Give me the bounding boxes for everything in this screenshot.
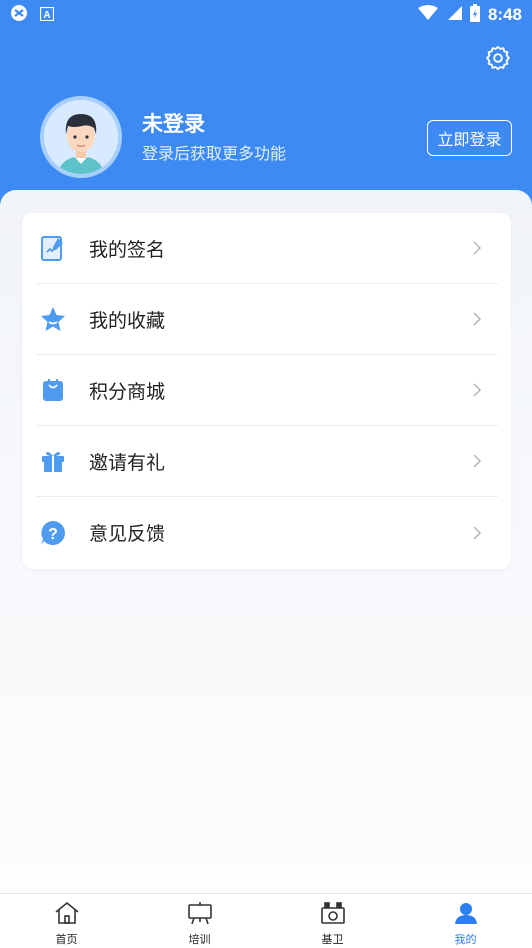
svg-text:A: A: [43, 10, 50, 21]
wifi-icon: [417, 5, 438, 25]
menu-item-feedback[interactable]: ? 意见反馈: [36, 497, 498, 568]
status-bar: A 8:48: [0, 0, 532, 30]
menu-item-label: 意见反馈: [89, 523, 166, 545]
chevron-right-icon: [472, 383, 486, 397]
app-icon: [10, 4, 28, 26]
gift-icon: [38, 446, 68, 476]
menu-item-favorites[interactable]: 我的收藏: [36, 284, 498, 355]
status-time: 8:48: [487, 5, 522, 24]
battery-icon: [469, 4, 480, 26]
signature-icon: [38, 233, 68, 263]
shopping-bag-icon: [38, 375, 68, 405]
training-icon: [187, 901, 213, 929]
tab-label: 首页: [55, 933, 78, 946]
tab-station[interactable]: 基卫: [266, 894, 399, 948]
menu-item-label: 邀请有礼: [89, 451, 166, 474]
menu-item-invite[interactable]: 邀请有礼: [36, 426, 498, 497]
bottom-tab-bar: 首页 培训 基卫 我的: [0, 893, 532, 948]
menu-item-signature[interactable]: 我的签名: [36, 213, 498, 284]
user-name: 未登录: [142, 112, 205, 136]
star-icon: [38, 304, 68, 334]
svg-text:?: ?: [48, 526, 58, 543]
feedback-icon: ?: [38, 518, 68, 548]
station-icon: [320, 901, 346, 929]
home-icon: [54, 901, 80, 929]
tab-label: 培训: [188, 933, 211, 946]
menu-item-label: 我的收藏: [89, 309, 166, 332]
chevron-right-icon: [472, 312, 486, 326]
user-icon: [454, 901, 478, 929]
chevron-right-icon: [472, 241, 486, 255]
menu-item-label: 积分商城: [89, 380, 166, 403]
signal-icon: [446, 5, 462, 25]
user-subtitle: 登录后获取更多功能: [142, 144, 287, 163]
tab-mine[interactable]: 我的: [399, 894, 532, 948]
settings-button[interactable]: [482, 44, 514, 76]
gear-icon: [484, 44, 512, 76]
chevron-right-icon: [472, 525, 486, 540]
chevron-right-icon: [472, 454, 486, 468]
a-icon: A: [39, 6, 55, 25]
menu-card: 我的签名 我的收藏 积分商城 邀请有礼 ? 意见反馈: [22, 213, 511, 569]
menu-item-label: 我的签名: [89, 238, 166, 261]
login-button[interactable]: 立即登录: [427, 120, 512, 156]
tab-training[interactable]: 培训: [133, 894, 266, 948]
avatar[interactable]: [40, 96, 122, 178]
menu-item-points-mall[interactable]: 积分商城: [36, 355, 498, 426]
tab-home[interactable]: 首页: [0, 894, 133, 948]
tab-label: 我的: [454, 933, 477, 946]
tab-label: 基卫: [321, 933, 344, 946]
